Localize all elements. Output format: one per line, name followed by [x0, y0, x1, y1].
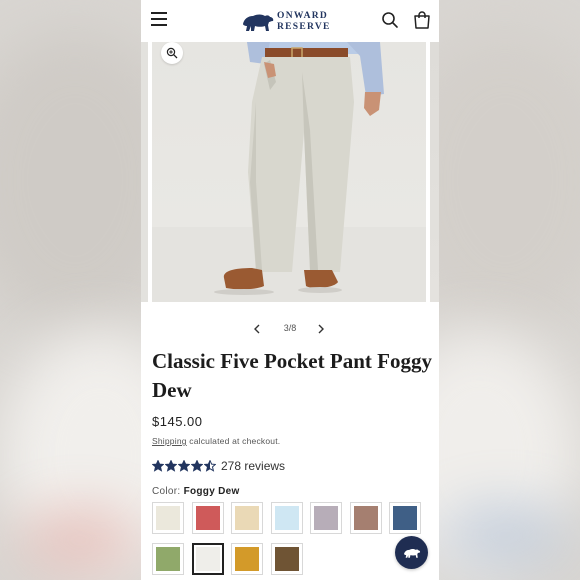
gallery-pager: 3/8	[141, 318, 439, 340]
star-rating	[152, 460, 216, 472]
swatch-fill	[314, 506, 338, 530]
model-wearing-pants-image	[152, 42, 426, 302]
zoom-in-icon	[166, 47, 178, 59]
swatch-fill	[393, 506, 417, 530]
color-label: Color: Foggy Dew	[152, 486, 240, 497]
color-swatches	[152, 502, 432, 575]
color-swatch[interactable]	[152, 502, 184, 534]
product-gallery[interactable]	[141, 42, 439, 304]
color-swatch[interactable]	[270, 543, 303, 575]
site-header: ONWARD RESERVE	[141, 0, 439, 42]
product-rating[interactable]: 278 reviews	[152, 458, 285, 474]
color-swatch[interactable]	[310, 502, 342, 534]
color-swatch[interactable]	[231, 543, 263, 575]
color-swatch-selected[interactable]	[191, 543, 224, 575]
swatch-fill	[235, 547, 259, 571]
shipping-note: Shipping calculated at checkout.	[152, 436, 280, 446]
shipping-link[interactable]: Shipping	[152, 436, 187, 446]
swatch-fill	[195, 506, 220, 530]
swatch-fill	[274, 506, 299, 530]
swatch-fill	[156, 506, 180, 530]
swatch-fill	[156, 547, 180, 571]
product-price: $145.00	[152, 414, 203, 429]
color-swatch[interactable]	[389, 502, 421, 534]
swatch-fill	[274, 547, 299, 571]
brand-line-2: RESERVE	[277, 22, 331, 32]
product-title: Classic Five Pocket Pant Foggy Dew	[152, 349, 432, 402]
previous-slide-peek	[141, 42, 148, 302]
bear-logo-icon	[243, 14, 274, 31]
hamburger-menu-icon[interactable]	[151, 12, 167, 26]
star-icon	[178, 460, 190, 472]
product-photo[interactable]	[152, 42, 426, 302]
color-swatch[interactable]	[349, 502, 382, 534]
selected-color-name: Foggy Dew	[183, 486, 240, 497]
chevron-left-icon[interactable]	[249, 321, 265, 337]
color-swatch[interactable]	[152, 543, 184, 575]
reviews-count[interactable]: 278 reviews	[221, 459, 285, 473]
star-icon	[165, 460, 177, 472]
slide-counter: 3/8	[283, 323, 297, 333]
brand-line-1: ONWARD	[277, 11, 329, 21]
color-label-prefix: Color:	[152, 486, 184, 497]
color-swatch[interactable]	[191, 502, 224, 534]
color-swatch[interactable]	[270, 502, 303, 534]
next-slide-peek	[430, 42, 439, 302]
color-swatch[interactable]	[231, 502, 263, 534]
chevron-right-icon[interactable]	[313, 321, 329, 337]
brand-logo[interactable]: ONWARD RESERVE	[241, 10, 341, 34]
swatch-fill	[235, 506, 259, 530]
star-icon	[204, 460, 216, 472]
search-icon[interactable]	[381, 11, 399, 29]
swatch-fill	[195, 547, 220, 571]
zoom-button[interactable]	[161, 42, 183, 64]
shopping-bag-icon[interactable]	[413, 10, 431, 30]
star-icon	[152, 460, 164, 472]
star-icon	[191, 460, 203, 472]
shipping-text: calculated at checkout.	[186, 436, 281, 446]
mobile-page: ONWARD RESERVE 3/8 Classic Five Pocket P…	[141, 0, 439, 580]
chat-button[interactable]	[395, 536, 428, 569]
swatch-fill	[353, 506, 378, 530]
bear-chat-icon	[403, 548, 420, 558]
